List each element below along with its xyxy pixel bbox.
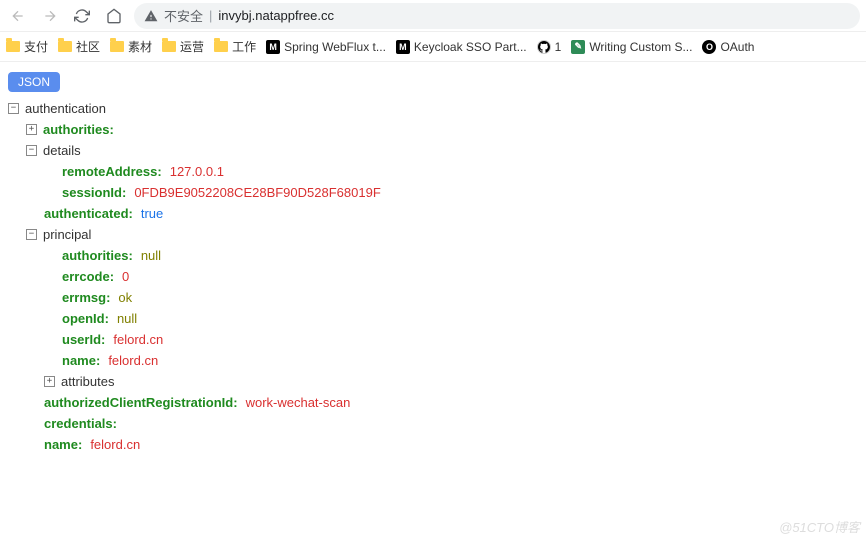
expand-icon[interactable]: + [26,124,37,135]
node-value: 127.0.0.1 [170,161,224,182]
node-key: openId [62,308,105,329]
node-value: ok [118,287,132,308]
node-key: details [43,140,81,161]
node-credentials: credentials : [8,413,858,434]
node-key: authorities [43,119,109,140]
bookmark-label: Keycloak SSO Part... [414,40,527,54]
back-button[interactable] [6,4,30,28]
node-authenticated: authenticated : true [8,203,858,224]
browser-toolbar: 不安全 | invybj.natappfree.cc [0,0,866,32]
node-attributes: + attributes [8,371,858,392]
bookmark-pay[interactable]: 支付 [6,38,48,55]
node-key: errcode [62,266,110,287]
medium-icon: M [396,40,410,54]
node-value: work-wechat-scan [246,392,351,413]
bookmark-community[interactable]: 社区 [58,38,100,55]
node-userId: userId : felord.cn [8,329,858,350]
node-key: authorities [62,245,128,266]
node-key: authenticated [44,203,129,224]
node-value: null [141,245,161,266]
bookmark-ops[interactable]: 运营 [162,38,204,55]
node-name: name : felord.cn [8,434,858,455]
folder-icon [58,41,72,52]
collapse-icon[interactable]: − [8,103,19,114]
node-key: remoteAddress [62,161,157,182]
bookmarks-bar: 支付 社区 素材 运营 工作 M Spring WebFlux t... M Key… [0,32,866,62]
insecure-icon [144,9,158,23]
node-key: sessionId [62,182,122,203]
folder-icon [110,41,124,52]
node-details: − details [8,140,858,161]
bookmark-label: 支付 [24,38,48,55]
node-acri: authorizedClientRegistrationId : work-we… [8,392,858,413]
node-openId: openId : null [8,308,858,329]
bookmark-label: 工作 [232,38,256,55]
collapse-icon[interactable]: − [26,145,37,156]
github-icon [537,40,551,54]
security-label: 不安全 [164,6,203,25]
folder-icon [214,41,228,52]
separator: | [209,8,212,23]
json-tree: − authentication + authorities : − detai… [8,98,858,455]
node-pname: name : felord.cn [8,350,858,371]
node-sessionId: sessionId : 0FDB9E9052208CE28BF90D528F68… [8,182,858,203]
node-authorities: + authorities : [8,119,858,140]
bookmark-label: 运营 [180,38,204,55]
bookmark-label: 素材 [128,38,152,55]
node-value: felord.cn [108,350,158,371]
node-value: felord.cn [113,329,163,350]
node-key: authentication [25,98,106,119]
node-key: attributes [61,371,114,392]
bookmark-label: OAuth [720,40,754,54]
page-content: JSON − authentication + authorities : − … [0,62,866,465]
bookmark-work[interactable]: 工作 [214,38,256,55]
node-value: 0FDB9E9052208CE28BF90D528F68019F [134,182,380,203]
reload-button[interactable] [70,4,94,28]
forward-button[interactable] [38,4,62,28]
folder-icon [162,41,176,52]
bookmark-label: Writing Custom S... [589,40,692,54]
medium-icon: M [266,40,280,54]
home-button[interactable] [102,4,126,28]
bookmark-label: 社区 [76,38,100,55]
node-errcode: errcode : 0 [8,266,858,287]
bookmark-oauth[interactable]: O OAuth [702,40,754,54]
bookmark-label: Spring WebFlux t... [284,40,386,54]
node-value: true [141,203,163,224]
collapse-icon[interactable]: − [26,229,37,240]
bookmark-spring[interactable]: M Spring WebFlux t... [266,40,386,54]
node-errmsg: errmsg : ok [8,287,858,308]
bookmark-label: 1 [555,40,562,54]
bookmark-github[interactable]: 1 [537,40,562,54]
site-icon: ✎ [571,40,585,54]
watermark: @51CTO博客 [779,517,860,536]
node-key: userId [62,329,101,350]
node-value: null [117,308,137,329]
bookmark-writing[interactable]: ✎ Writing Custom S... [571,40,692,54]
folder-icon [6,41,20,52]
json-badge[interactable]: JSON [8,72,60,92]
oauth-icon: O [702,40,716,54]
node-key: authorizedClientRegistrationId [44,392,233,413]
node-authentication: − authentication [8,98,858,119]
node-p-authorities: authorities : null [8,245,858,266]
node-key: name [62,350,96,371]
node-principal: − principal [8,224,858,245]
node-key: name [44,434,78,455]
node-value: felord.cn [90,434,140,455]
node-key: principal [43,224,91,245]
bookmark-keycloak[interactable]: M Keycloak SSO Part... [396,40,527,54]
address-bar[interactable]: 不安全 | invybj.natappfree.cc [134,3,860,29]
node-key: credentials [44,413,113,434]
node-value: 0 [122,266,129,287]
bookmark-assets[interactable]: 素材 [110,38,152,55]
expand-icon[interactable]: + [44,376,55,387]
url-text: invybj.natappfree.cc [218,8,334,23]
node-key: errmsg [62,287,106,308]
node-remoteAddress: remoteAddress : 127.0.0.1 [8,161,858,182]
